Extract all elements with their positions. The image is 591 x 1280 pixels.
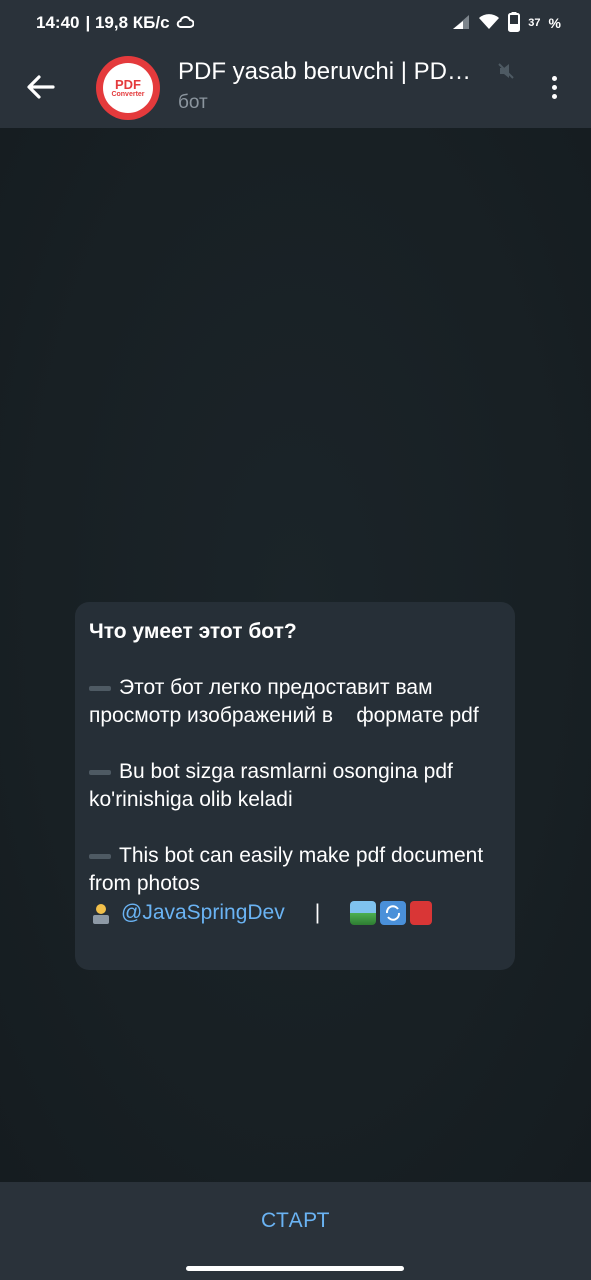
minus-icon <box>89 769 111 775</box>
chat-header: PDF Converter PDF yasab beruvchi | PD… б… <box>0 46 591 128</box>
refresh-emoji-icon <box>380 901 407 925</box>
status-left: 14:40 | 19,8 КБ/с <box>36 13 195 33</box>
para-ru-text: Этот бот легко предоставит вам просмотр … <box>89 676 479 727</box>
bot-description-card: Что умеет этот бот? Этот бот легко предо… <box>75 602 515 970</box>
developer-mention-link[interactable]: @JavaSpringDev <box>121 898 285 928</box>
cloud-icon <box>176 13 195 33</box>
card-footer: @JavaSpringDev | <box>89 898 501 928</box>
network-speed: | 19,8 КБ/с <box>85 13 170 32</box>
avatar-logo: PDF Converter <box>103 63 153 113</box>
dot-icon <box>551 84 557 90</box>
status-time: 14:40 <box>36 13 80 32</box>
mute-icon <box>497 62 515 80</box>
dot-icon <box>551 75 557 81</box>
status-bar: 14:40 | 19,8 КБ/с 37 % <box>0 0 591 46</box>
signal-icon <box>452 14 470 33</box>
dot-icon <box>551 93 557 99</box>
card-paragraph-en: This bot can easily make pdf document fr… <box>89 842 501 898</box>
status-right: 37 % <box>452 11 561 35</box>
wifi-icon <box>478 13 500 33</box>
start-button[interactable]: СТАРТ <box>0 1182 591 1260</box>
battery-unit: % <box>548 15 561 31</box>
avatar-logo-subtext: Converter <box>111 90 145 98</box>
bottom-bar: СТАРТ <box>0 1182 591 1280</box>
back-button[interactable] <box>22 68 60 106</box>
chat-subtitle: бот <box>178 92 208 113</box>
more-menu-button[interactable] <box>540 68 568 106</box>
chat-title[interactable]: PDF yasab beruvchi | PD… <box>178 58 494 86</box>
card-paragraph-ru: Этот бот легко предоставит вам просмотр … <box>89 674 501 730</box>
minus-icon <box>89 853 111 859</box>
card-paragraph-uz: Bu bot sizga rasmlarni osongina pdf ko'r… <box>89 758 501 814</box>
para-uz-text: Bu bot sizga rasmlarni osongina pdf ko'r… <box>89 760 453 811</box>
avatar-logo-text: PDF <box>115 76 141 92</box>
battery-icon <box>508 11 521 35</box>
bot-avatar[interactable]: PDF Converter <box>96 56 160 120</box>
chat-area[interactable]: Что умеет этот бот? Этот бот легко предо… <box>0 128 591 1182</box>
home-indicator[interactable] <box>186 1266 404 1271</box>
para-en-text: This bot can easily make pdf document fr… <box>89 844 484 895</box>
book-emoji-icon <box>410 901 433 925</box>
minus-icon <box>89 685 111 691</box>
landscape-emoji-icon <box>350 901 377 925</box>
separator: | <box>314 901 321 924</box>
developer-emoji-icon <box>89 901 113 925</box>
card-title: Что умеет этот бот? <box>89 620 297 643</box>
battery-level: 37 <box>528 17 541 29</box>
arrow-left-icon <box>27 75 55 99</box>
